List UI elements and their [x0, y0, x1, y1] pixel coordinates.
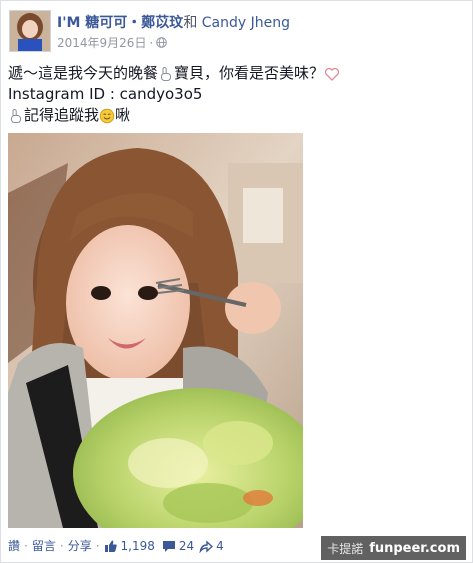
post-line-text: 記得追蹤我 [24, 106, 100, 124]
like-button[interactable]: 讚 [8, 537, 20, 554]
meta-separator: · [149, 35, 154, 50]
post-line-text-after: 啾 [115, 106, 131, 124]
post-line: 記得追蹤我 啾 [8, 105, 340, 126]
hand-point-icon [8, 108, 24, 124]
post-line: Instagram ID : candyo3o5 [8, 84, 340, 105]
thumbs-up-icon[interactable] [104, 539, 118, 553]
globe-icon[interactable] [156, 37, 168, 48]
post-card: I'M 糖可可・鄭苡玟和 Candy Jheng 2014年9月26日 · 遞～… [0, 0, 473, 563]
share-arrow-icon[interactable] [199, 539, 214, 553]
post-body: 遞～這是我今天的晚餐 寶貝，你看是否美味？ Instagram ID : can… [8, 63, 340, 126]
and-text: 和 [183, 15, 198, 31]
tagged-name[interactable]: Candy Jheng [202, 15, 290, 31]
post-actions: 讚 · 留言 · 分享 · 1,198 24 4 [8, 537, 224, 554]
watermark-left-text: 卡提諾 [327, 541, 364, 556]
post-header: I'M 糖可可・鄭苡玟和 Candy Jheng [57, 12, 290, 32]
comment-icon[interactable] [162, 539, 176, 553]
heart-icon [324, 66, 340, 82]
like-count[interactable]: 1,198 [121, 539, 155, 553]
post-meta: 2014年9月26日 · [57, 34, 168, 51]
instagram-id-text: Instagram ID : candyo3o5 [8, 85, 203, 103]
hand-point-icon [158, 66, 174, 82]
share-count[interactable]: 4 [216, 539, 224, 553]
actions-separator: · [95, 538, 100, 553]
comment-button[interactable]: 留言 [32, 537, 56, 554]
post-line: 遞～這是我今天的晚餐 寶貝，你看是否美味？ [8, 63, 340, 84]
watermark-brand: funpeer.com [369, 540, 460, 556]
post-date[interactable]: 2014年9月26日 [57, 34, 146, 51]
actions-separator: · [59, 538, 64, 553]
watermark: 卡提諾 funpeer.com [321, 536, 466, 560]
post-line-text: 遞～這是我今天的晚餐 [8, 64, 159, 82]
author-name[interactable]: I'M 糖可可・鄭苡玟 [57, 15, 183, 31]
actions-separator: · [24, 538, 28, 553]
post-photo[interactable] [8, 133, 303, 528]
comment-count[interactable]: 24 [179, 539, 194, 553]
post-line-text-after: 寶貝，你看是否美味？ [174, 64, 325, 82]
share-button[interactable]: 分享 [68, 537, 92, 554]
avatar[interactable] [9, 10, 51, 52]
smile-emoji-icon [99, 108, 115, 124]
